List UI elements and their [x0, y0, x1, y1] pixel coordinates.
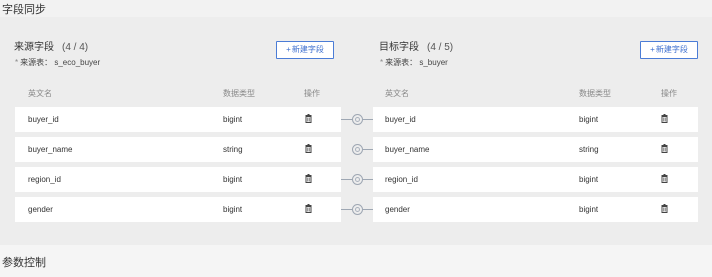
target-fields-heading: 目标字段 (4 / 5) — [379, 38, 453, 53]
target-add-field-label: 新建字段 — [655, 45, 688, 54]
target-field-type: bigint — [579, 175, 599, 184]
source-fields-title: 来源字段 — [14, 42, 54, 53]
target-col-type-header: 数据类型 — [579, 89, 611, 98]
source-field-name: gender — [28, 205, 53, 214]
source-field-type: bigint — [223, 115, 243, 124]
target-field-name: buyer_id — [385, 115, 416, 124]
source-field-name: buyer_name — [28, 145, 73, 154]
link-connector-icon[interactable] — [352, 204, 363, 215]
target-table-info: * 来源表： s_buyer — [380, 58, 448, 67]
target-fields-count: (4 / 5) — [427, 42, 454, 53]
plus-icon: + — [650, 45, 655, 54]
link-connector-icon[interactable] — [352, 174, 363, 185]
source-col-name-header: 英文名 — [28, 89, 52, 98]
source-add-field-button[interactable]: +新建字段 — [276, 41, 334, 59]
trash-icon[interactable] — [661, 144, 668, 153]
trash-icon[interactable] — [305, 204, 312, 213]
trash-icon[interactable] — [661, 114, 668, 123]
section-title-param-control: 参数控制 — [2, 257, 46, 269]
trash-icon[interactable] — [305, 174, 312, 183]
source-table-row[interactable]: region_id bigint — [15, 167, 341, 192]
target-fields-title: 目标字段 — [379, 42, 419, 53]
source-table-label: 来源表： — [20, 58, 53, 67]
source-col-type-header: 数据类型 — [223, 89, 255, 98]
source-field-type: string — [223, 145, 243, 154]
source-table-row[interactable]: buyer_name string — [15, 137, 341, 162]
target-field-type: string — [579, 145, 599, 154]
source-field-name: region_id — [28, 175, 61, 184]
field-link-connector[interactable] — [341, 107, 373, 132]
source-fields-count: (4 / 4) — [62, 42, 89, 53]
target-field-name: region_id — [385, 175, 418, 184]
target-col-action-header: 操作 — [661, 89, 677, 98]
target-add-field-button[interactable]: +新建字段 — [640, 41, 698, 59]
trash-icon[interactable] — [661, 204, 668, 213]
source-col-action-header: 操作 — [304, 89, 320, 98]
link-connector-icon[interactable] — [352, 144, 363, 155]
target-field-type: bigint — [579, 205, 599, 214]
source-fields-heading: 来源字段 (4 / 4) — [14, 38, 88, 53]
target-col-name-header: 英文名 — [385, 89, 409, 98]
target-table-name: s_buyer — [419, 58, 448, 67]
source-field-name: buyer_id — [28, 115, 59, 124]
target-table-row[interactable]: gender bigint — [373, 197, 698, 222]
field-link-connector[interactable] — [341, 167, 373, 192]
trash-icon[interactable] — [661, 174, 668, 183]
trash-icon[interactable] — [305, 144, 312, 153]
plus-icon: + — [286, 45, 291, 54]
target-field-name: gender — [385, 205, 410, 214]
param-control-section — [0, 245, 712, 277]
link-connector-icon[interactable] — [352, 114, 363, 125]
trash-icon[interactable] — [305, 114, 312, 123]
field-link-connector[interactable] — [341, 197, 373, 222]
source-table-info: * 来源表： s_eco_buyer — [15, 58, 101, 67]
source-table-row[interactable]: gender bigint — [15, 197, 341, 222]
field-link-connector[interactable] — [341, 137, 373, 162]
source-add-field-label: 新建字段 — [291, 45, 324, 54]
source-table-row[interactable]: buyer_id bigint — [15, 107, 341, 132]
source-field-type: bigint — [223, 205, 243, 214]
source-table-name: s_eco_buyer — [54, 58, 101, 67]
target-field-name: buyer_name — [385, 145, 430, 154]
section-title-field-sync: 字段同步 — [2, 4, 46, 16]
target-table-row[interactable]: buyer_name string — [373, 137, 698, 162]
target-table-row[interactable]: region_id bigint — [373, 167, 698, 192]
target-table-row[interactable]: buyer_id bigint — [373, 107, 698, 132]
source-field-type: bigint — [223, 175, 243, 184]
target-table-label: 来源表： — [385, 58, 418, 67]
target-field-type: bigint — [579, 115, 599, 124]
